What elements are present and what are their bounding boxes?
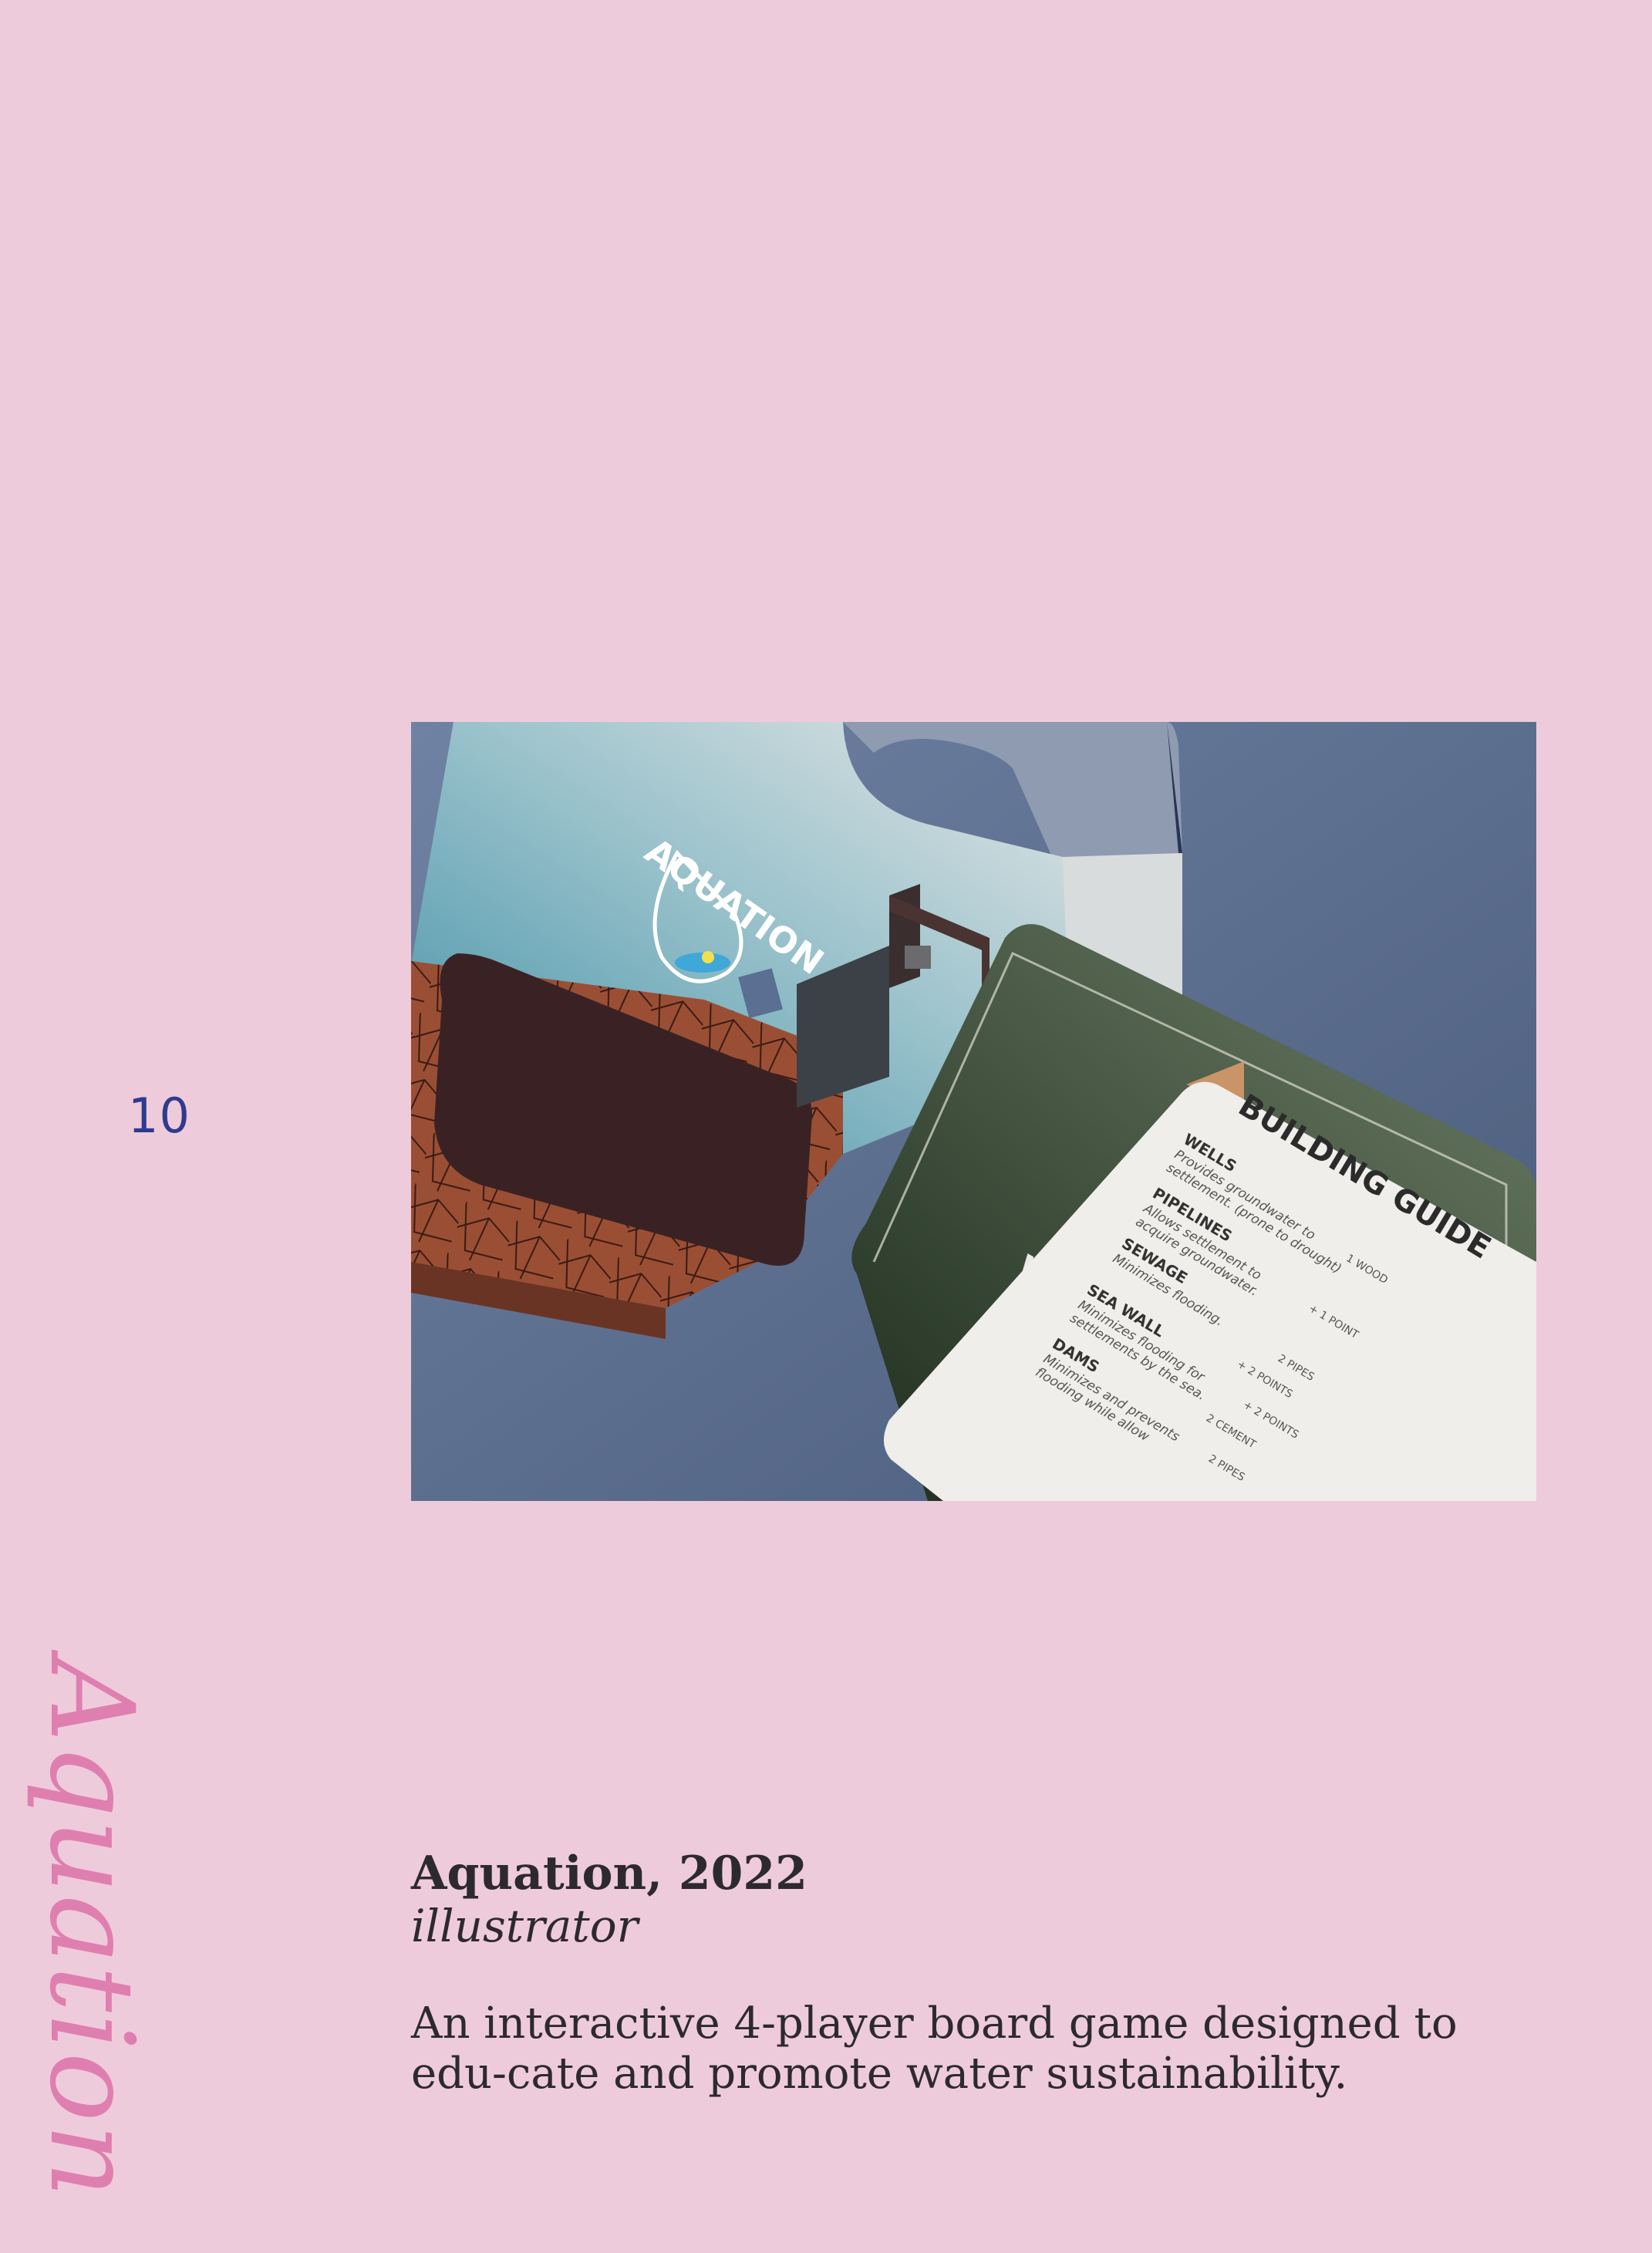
vertical-script-title: Aquation xyxy=(24,1658,158,2200)
project-description: An interactive 4-player board game desig… xyxy=(411,1998,1458,2100)
card-game-mockup-illustration: AQUATION W BUILDING GUIDE WELLS Provides… xyxy=(411,722,1536,1501)
product-photo: AQUATION W BUILDING GUIDE WELLS Provides… xyxy=(411,722,1536,1501)
page-number: 10 xyxy=(128,1088,190,1144)
project-role: illustrator xyxy=(411,1900,639,1952)
caption-block: Aquation, 2022 illustrator An interactiv… xyxy=(411,1847,1537,2100)
project-title: Aquation, 2022 xyxy=(411,1847,807,1901)
